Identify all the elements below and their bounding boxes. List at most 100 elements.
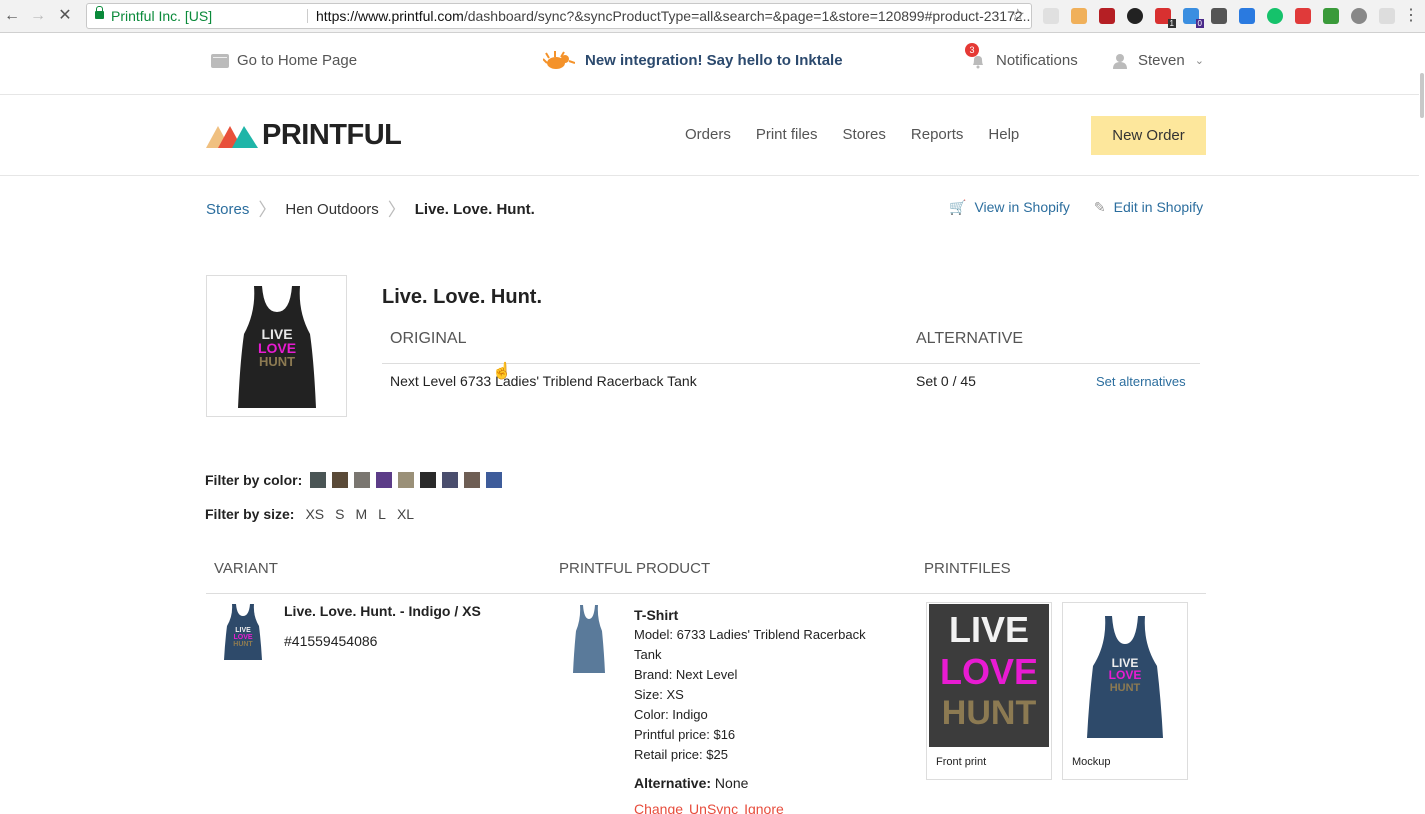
alternative-label: Alternative: [634, 775, 712, 791]
size-option-l[interactable]: L [378, 506, 386, 522]
color-swatch[interactable] [486, 472, 503, 488]
printful-price: Printful price: $16 [634, 727, 736, 742]
edit-in-shopify-label: Edit in Shopify [1113, 199, 1204, 215]
menu-help[interactable]: Help [988, 126, 1019, 143]
color-swatch[interactable] [354, 472, 371, 488]
menu-print-files[interactable]: Print files [756, 126, 818, 143]
set-alternatives-link[interactable]: Set alternatives [1096, 374, 1186, 389]
go-home-label: Go to Home Page [237, 52, 358, 69]
bookmark-star-icon[interactable]: ☆ [1011, 4, 1025, 28]
size-option-xl[interactable]: XL [397, 506, 414, 522]
color-swatch[interactable] [420, 472, 437, 488]
promo-banner[interactable]: New integration! Say hello to Inktale [543, 49, 843, 71]
pencil-icon: ✎ [1093, 199, 1106, 215]
extension-search-icon[interactable] [1351, 8, 1367, 24]
extension-page-icon[interactable] [1379, 8, 1395, 24]
promo-text: New integration! Say hello to Inktale [585, 51, 843, 69]
size-option-m[interactable]: M [356, 506, 368, 522]
address-bar[interactable]: Printful Inc. [US] https://www.printful.… [86, 3, 1032, 29]
extension-grammarly-icon[interactable] [1267, 8, 1283, 24]
scrollbar-thumb[interactable] [1420, 73, 1424, 118]
browser-toolbar: ← → ✕ Printful Inc. [US] https://www.pri… [0, 0, 1425, 33]
forward-icon[interactable]: → [28, 6, 48, 26]
column-header-printful-product: PRINTFUL PRODUCT [559, 560, 711, 577]
view-in-shopify-label: View in Shopify [974, 199, 1070, 215]
variant-actions: Change UnSync Ignore [634, 799, 894, 814]
stop-icon[interactable]: ✕ [55, 6, 75, 26]
hand-cursor-icon: ☝ [492, 363, 512, 380]
color-swatch[interactable] [310, 472, 327, 488]
go-home-link[interactable]: Go to Home Page [211, 52, 357, 69]
mockup-card[interactable]: LIVE LOVE HUNT Mockup [1062, 602, 1188, 780]
menu-orders[interactable]: Orders [685, 126, 731, 143]
size-option-xs[interactable]: XS [305, 506, 324, 522]
size-option-s[interactable]: S [335, 506, 344, 522]
original-header: ORIGINAL [390, 330, 467, 347]
extension-g-icon[interactable]: 0 [1183, 8, 1204, 28]
notifications[interactable]: 3 Notifications [965, 42, 1078, 69]
logo-text: PRINTFUL [262, 119, 402, 151]
view-in-shopify-link[interactable]: 🛒 View in Shopify [949, 199, 1070, 216]
printful-logo[interactable]: PRINTFUL [206, 119, 402, 152]
printful-product-details: T-Shirt Model: 6733 Ladies' Triblend Rac… [634, 605, 894, 814]
logo-mark-icon [206, 125, 258, 148]
extension-ublock-icon[interactable] [1099, 8, 1115, 24]
front-print-card[interactable]: LIVE LOVE HUNT Front print [926, 602, 1052, 780]
new-order-button[interactable]: New Order [1091, 116, 1206, 155]
variant-name: Live. Love. Hunt. - Indigo / XS [284, 603, 481, 619]
color-swatch[interactable] [398, 472, 415, 488]
variant-id: #41559454086 [284, 633, 378, 649]
unsync-link[interactable]: UnSync [689, 799, 738, 814]
product-image-line-3: HUNT [258, 354, 294, 369]
size-filter: Filter by size: XS S M L XL [205, 506, 414, 522]
column-header-variant: VARIANT [214, 560, 278, 577]
extension-hand-icon[interactable] [1043, 8, 1059, 24]
chevron-right-icon: 〉 [258, 200, 277, 220]
menu-reports[interactable]: Reports [911, 126, 964, 143]
user-menu[interactable]: Steven ⌄ [1112, 52, 1204, 69]
color-swatch[interactable] [464, 472, 481, 488]
mockup-image: LIVE LOVE HUNT [1087, 616, 1163, 738]
extension-leaf-icon[interactable] [1323, 8, 1339, 24]
color-swatch[interactable] [332, 472, 349, 488]
chevron-down-icon: ⌄ [1194, 55, 1204, 67]
color-filter-label: Filter by color: [205, 472, 303, 488]
ignore-link[interactable]: Ignore [744, 799, 784, 814]
extension-pocket-icon[interactable] [1211, 8, 1227, 24]
variant-thumb-line-3: HUNT [233, 641, 253, 648]
back-icon[interactable]: ← [2, 6, 22, 26]
change-link[interactable]: Change [634, 799, 683, 814]
menu-icon[interactable]: ⋮ [1401, 6, 1421, 26]
product-model: Model: 6733 Ladies' Triblend Racerback T… [634, 627, 866, 662]
front-print-line-1: LIVE [949, 609, 1029, 650]
extension-plus-icon[interactable] [1295, 8, 1311, 24]
breadcrumb: Stores 〉 Hen Outdoors 〉 Live. Love. Hunt… [206, 196, 535, 222]
color-swatch[interactable] [376, 472, 393, 488]
extension-calendar-icon[interactable]: 1 [1155, 8, 1176, 28]
top-bar: Go to Home Page New integration! Say hel… [0, 33, 1419, 95]
site-identity[interactable]: Printful Inc. [US] [111, 4, 212, 28]
scrollbar[interactable] [1419, 33, 1425, 814]
user-icon [1113, 53, 1127, 69]
mockup-line-2: LOVE [1109, 668, 1142, 682]
breadcrumb-store[interactable]: Hen Outdoors [285, 201, 378, 218]
url-text[interactable]: https://www.printful.com/dashboard/sync?… [316, 4, 1031, 28]
extension-camera-icon[interactable] [1127, 8, 1143, 24]
color-swatch[interactable] [442, 472, 459, 488]
tank-top-image: LIVE LOVE HUNT [237, 286, 316, 408]
alternative-row-value: None [714, 775, 749, 791]
extension-window-icon[interactable] [1239, 8, 1255, 24]
product-brand: Brand: Next Level [634, 667, 738, 682]
color-filter: Filter by color: [205, 472, 503, 488]
extension-face-icon[interactable] [1071, 8, 1087, 24]
breadcrumb-stores[interactable]: Stores [206, 201, 249, 218]
lock-icon [95, 6, 104, 19]
edit-in-shopify-link[interactable]: ✎ Edit in Shopify [1094, 199, 1203, 216]
chevron-right-icon: 〉 [387, 200, 406, 220]
front-print-line-2: LOVE [940, 651, 1038, 692]
cart-icon: 🛒 [949, 199, 967, 215]
notification-badge: 3 [965, 42, 979, 57]
user-name: Steven [1138, 52, 1185, 69]
variant-thumb-line-2: LOVE [233, 634, 252, 641]
menu-stores[interactable]: Stores [843, 126, 886, 143]
